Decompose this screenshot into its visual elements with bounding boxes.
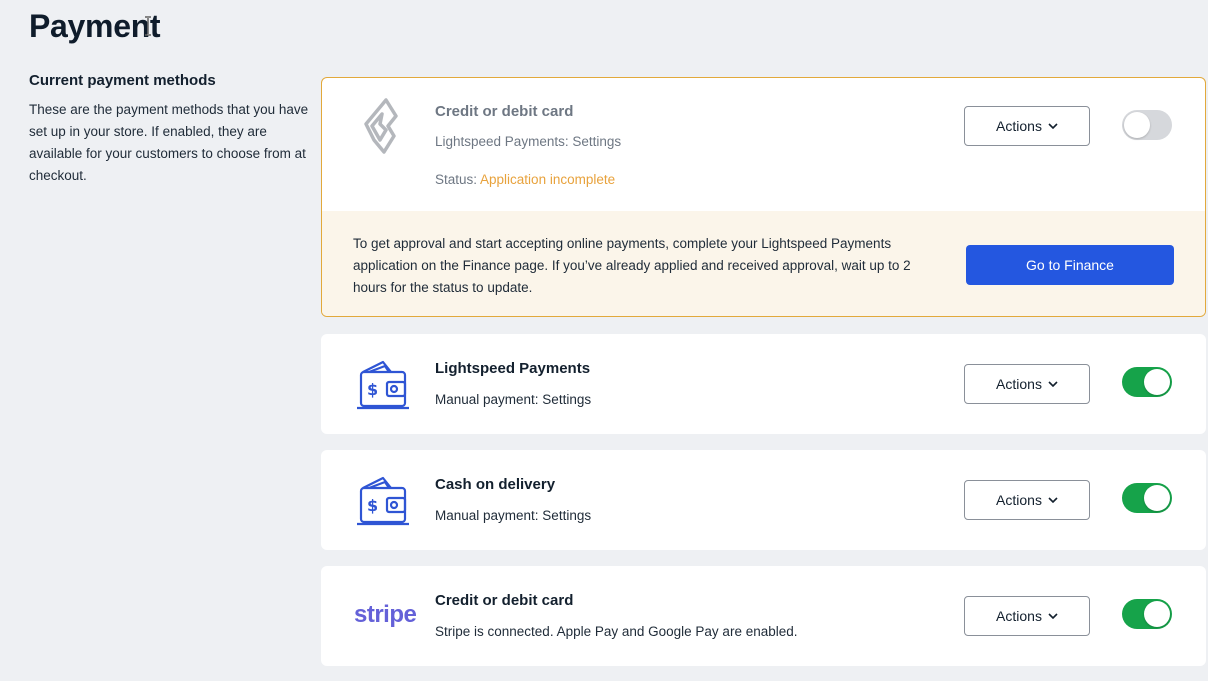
method-settings-link[interactable]: Manual payment: Settings xyxy=(435,508,591,523)
toggle-knob xyxy=(1144,369,1170,395)
wallet-icon: $ xyxy=(357,360,409,410)
section-heading: Current payment methods xyxy=(29,72,216,89)
toggle-knob xyxy=(1144,485,1170,511)
payment-method-card-stripe: stripe Credit or debit card Stripe is co… xyxy=(321,566,1206,666)
method-title: Cash on delivery xyxy=(435,476,556,493)
text-cursor-icon xyxy=(145,16,151,36)
enable-toggle[interactable] xyxy=(1122,599,1172,629)
method-title: Credit or debit card xyxy=(435,592,574,609)
notice-text: To get approval and start accepting onli… xyxy=(353,236,911,295)
payment-method-card-cash-on-delivery: $ Cash on delivery Manual payment: Setti… xyxy=(321,450,1206,550)
actions-dropdown-button[interactable]: Actions xyxy=(964,106,1090,146)
actions-dropdown-button[interactable]: Actions xyxy=(964,364,1090,404)
method-title: Lightspeed Payments xyxy=(435,360,591,377)
method-settings-link[interactable]: Manual payment: Settings xyxy=(435,392,591,407)
payment-method-card-lightspeed-card: Credit or debit card Lightspeed Payments… xyxy=(321,77,1206,317)
actions-dropdown-button[interactable]: Actions xyxy=(964,480,1090,520)
chevron-down-icon xyxy=(1048,123,1058,129)
svg-text:$: $ xyxy=(367,496,378,515)
svg-text:$: $ xyxy=(367,380,378,399)
wallet-icon: $ xyxy=(357,476,409,526)
actions-dropdown-button[interactable]: Actions xyxy=(964,596,1090,636)
chevron-down-icon xyxy=(1048,613,1058,619)
toggle-knob xyxy=(1144,601,1170,627)
actions-label: Actions xyxy=(996,376,1042,392)
enable-toggle[interactable] xyxy=(1122,110,1172,140)
method-settings-link[interactable]: Lightspeed Payments: Settings xyxy=(435,134,621,149)
actions-label: Actions xyxy=(996,608,1042,624)
go-to-finance-button[interactable]: Go to Finance xyxy=(966,245,1174,285)
method-description: Stripe is connected. Apple Pay and Googl… xyxy=(435,624,798,639)
payment-methods-info: Current payment methods These are the pa… xyxy=(29,72,309,187)
status-label: Status: xyxy=(435,172,481,187)
page-title: Payment xyxy=(29,8,161,44)
lightspeed-flame-icon xyxy=(364,98,398,154)
toggle-knob xyxy=(1124,112,1150,138)
enable-toggle[interactable] xyxy=(1122,367,1172,397)
method-title: Credit or debit card xyxy=(435,103,574,120)
actions-label: Actions xyxy=(996,118,1042,134)
chevron-down-icon xyxy=(1048,497,1058,503)
actions-label: Actions xyxy=(996,492,1042,508)
approval-notice: To get approval and start accepting onli… xyxy=(322,211,1205,316)
section-description: These are the payment methods that you h… xyxy=(29,102,309,183)
status-value: Application incomplete xyxy=(480,172,616,187)
stripe-logo: stripe xyxy=(354,601,417,628)
chevron-down-icon xyxy=(1048,381,1058,387)
payment-method-card-lightspeed-payments: $ Lightspeed Payments Manual payment: Se… xyxy=(321,334,1206,434)
enable-toggle[interactable] xyxy=(1122,483,1172,513)
method-status: Status: Application incomplete xyxy=(435,172,615,187)
